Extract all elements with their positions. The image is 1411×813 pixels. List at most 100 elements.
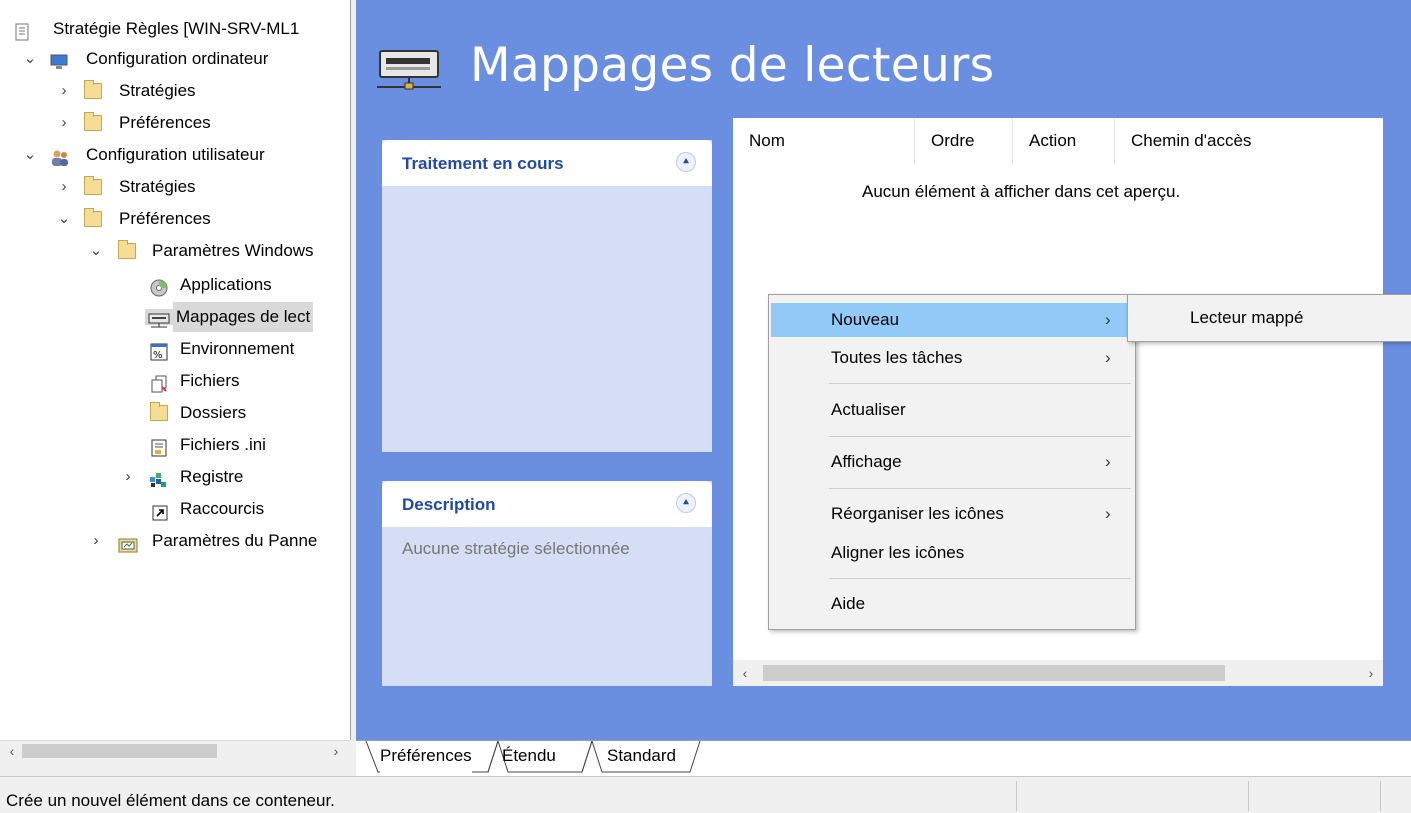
scroll-right-arrow-icon[interactable]: ›	[1361, 663, 1381, 683]
tab-standard[interactable]: Standard	[607, 741, 676, 773]
column-header-path[interactable]: Chemin d'accès	[1115, 118, 1335, 164]
folder-icon	[84, 112, 102, 131]
tab-preferences[interactable]: Préférences	[380, 741, 472, 773]
tree-item-label: Dossiers	[180, 403, 247, 422]
control-panel-icon	[118, 533, 138, 553]
menu-separator	[829, 578, 1131, 579]
registry-icon	[148, 469, 166, 487]
menu-item-all-tasks[interactable]: Toutes les tâches ›	[771, 341, 1131, 375]
tree-item-label: Préférences	[119, 209, 211, 228]
chevron-right-icon[interactable]: ›	[120, 462, 136, 492]
chevron-right-icon[interactable]: ›	[88, 526, 104, 556]
folder-icon	[84, 176, 102, 195]
menu-item-new[interactable]: Nouveau ›	[771, 303, 1131, 337]
chevron-down-icon[interactable]: ⌄	[56, 204, 72, 234]
tree-item-label: Applications	[180, 275, 272, 294]
description-text: Aucune stratégie sélectionnée	[402, 539, 630, 558]
chevron-right-icon[interactable]: ›	[56, 172, 72, 202]
console-tree[interactable]: Stratégie Règles [WIN-SRV-ML1 ⌄ Configur…	[0, 0, 351, 740]
shortcut-icon	[152, 501, 170, 521]
network-drive-icon	[145, 309, 173, 328]
status-divider	[1380, 781, 1381, 811]
network-drive-icon	[375, 45, 445, 95]
policy-document-icon	[14, 21, 32, 41]
submenu-arrow-icon: ›	[1105, 504, 1111, 523]
svg-text:%: %	[153, 350, 163, 361]
collapse-icon[interactable]: ⯅	[676, 152, 696, 172]
chevron-right-icon[interactable]: ›	[56, 108, 72, 138]
tree-item-label: Stratégies	[119, 177, 196, 196]
menu-separator	[829, 436, 1131, 437]
folder-icon	[84, 208, 102, 227]
scrollbar-thumb[interactable]	[763, 665, 1225, 681]
menu-item-label: Affichage	[831, 452, 902, 471]
tree-item-label: Configuration utilisateur	[86, 145, 265, 164]
menu-item-help[interactable]: Aide	[771, 587, 1131, 621]
ini-file-icon	[150, 437, 168, 457]
users-icon	[50, 147, 68, 166]
menu-item-label: Aide	[831, 594, 866, 613]
menu-item-mapped-drive[interactable]: Lecteur mappé	[1130, 301, 1408, 335]
tab-label: Étendu	[502, 746, 556, 765]
empty-list-message: Aucun élément à afficher dans cet aperçu…	[862, 182, 1181, 201]
menu-item-view[interactable]: Affichage ›	[771, 445, 1131, 479]
column-header-order[interactable]: Ordre	[915, 118, 1013, 164]
column-header-action[interactable]: Action	[1013, 118, 1115, 164]
context-menu: Nouveau › Toutes les tâches › Actualiser…	[768, 294, 1136, 630]
tree-item-label: Configuration ordinateur	[86, 49, 269, 68]
scroll-left-arrow-icon[interactable]: ‹	[2, 741, 22, 761]
new-submenu: Lecteur mappé	[1127, 294, 1411, 342]
menu-item-label: Toutes les tâches	[831, 348, 963, 367]
column-header-name[interactable]: Nom	[733, 118, 915, 164]
disc-icon	[150, 277, 168, 297]
folders-icon	[150, 402, 168, 421]
scroll-right-arrow-icon[interactable]: ›	[326, 741, 346, 761]
tree-item-label: Fichiers	[180, 371, 240, 390]
processing-panel-title: Traitement en cours	[402, 154, 564, 173]
processing-panel-header: Traitement en cours ⯅	[382, 140, 712, 186]
status-divider	[1016, 781, 1017, 811]
submenu-arrow-icon: ›	[1105, 348, 1111, 367]
view-tabs: Préférences Étendu Standard	[356, 740, 1411, 777]
status-divider	[1248, 781, 1249, 811]
menu-item-label: Actualiser	[831, 400, 906, 419]
tree-item-label: Paramètres Windows	[152, 241, 314, 260]
menu-item-label: Aligner les icônes	[831, 543, 965, 562]
chevron-down-icon[interactable]: ⌄	[22, 44, 38, 74]
menu-separator	[829, 383, 1131, 384]
list-horizontal-scrollbar[interactable]: ‹ ›	[733, 660, 1383, 686]
tree-item-label: Registre	[180, 467, 244, 486]
tree-horizontal-scrollbar[interactable]: ‹ ›	[0, 740, 350, 761]
menu-separator	[829, 488, 1131, 489]
menu-item-refresh[interactable]: Actualiser	[771, 393, 1131, 427]
tab-label: Standard	[607, 746, 676, 765]
collapse-icon[interactable]: ⯅	[676, 493, 696, 513]
status-text: Crée un nouvel élément dans ce conteneur…	[6, 791, 335, 810]
menu-item-arrange-icons[interactable]: Réorganiser les icônes ›	[771, 497, 1131, 531]
chevron-right-icon[interactable]: ›	[56, 76, 72, 106]
tree-item-label: Préférences	[119, 113, 211, 132]
submenu-arrow-icon: ›	[1105, 310, 1111, 329]
page-title: Mappages de lecteurs	[470, 38, 995, 93]
menu-item-line-up-icons[interactable]: Aligner les icônes	[771, 536, 1131, 570]
computer-icon	[50, 51, 68, 69]
folder-icon	[84, 80, 102, 99]
chevron-down-icon[interactable]: ⌄	[22, 140, 38, 170]
tree-item-label: Environnement	[180, 339, 295, 358]
menu-item-label: Lecteur mappé	[1190, 308, 1304, 327]
tree-item-label: Mappages de lect	[173, 302, 314, 332]
description-panel-header: Description ⯅	[382, 481, 712, 527]
files-icon	[150, 373, 168, 393]
tree-item-label: Fichiers .ini	[180, 435, 266, 454]
processing-panel: Traitement en cours ⯅	[382, 140, 712, 452]
tab-extended[interactable]: Étendu	[502, 741, 556, 773]
status-bar: Crée un nouvel élément dans ce conteneur…	[0, 776, 1411, 813]
environment-icon: %	[150, 341, 168, 361]
tree-item-label: Paramètres du Panne	[152, 531, 318, 550]
folder-icon	[118, 240, 136, 259]
submenu-arrow-icon: ›	[1105, 452, 1111, 471]
scrollbar-thumb[interactable]	[22, 744, 217, 758]
chevron-down-icon[interactable]: ⌄	[88, 236, 104, 266]
tab-label: Préférences	[380, 746, 472, 765]
scroll-left-arrow-icon[interactable]: ‹	[735, 663, 755, 683]
